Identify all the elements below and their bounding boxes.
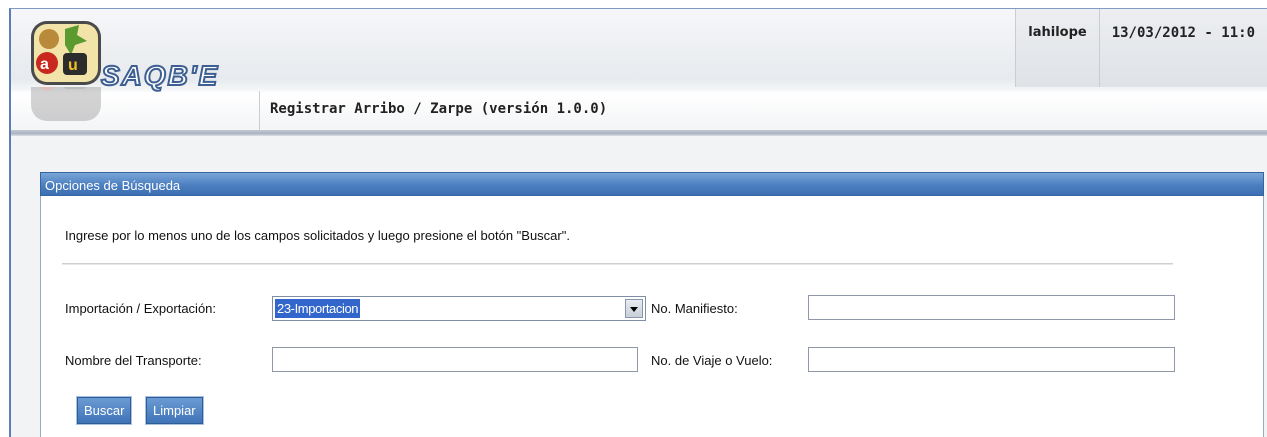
manifiesto-label: No. Manifiesto: [651,301,738,316]
manifiesto-input[interactable] [808,295,1175,320]
svg-text:a: a [40,56,49,73]
buscar-button[interactable]: Buscar [75,396,133,425]
user-info: lahilope 13/03/2012 - 11:0 [1015,9,1267,87]
app-title: Registrar Arribo / Zarpe (versión 1.0.0) [270,101,608,117]
section-divider [62,263,1173,265]
app-frame: a u SAQB'E SAQB'E lahilope 13/03/2012 - … [9,8,1267,437]
title-bar: Registrar Arribo / Zarpe (versión 1.0.0) [259,91,1267,131]
viaje-label: No. de Viaje o Vuelo: [651,353,773,368]
username: lahilope [1015,9,1099,87]
search-panel: Opciones de Búsqueda Ingrese por lo meno… [40,172,1264,437]
header: a u SAQB'E SAQB'E lahilope 13/03/2012 - … [11,9,1267,139]
viaje-input[interactable] [808,347,1175,372]
logo-reflection: SAQB'E [25,87,265,127]
header-divider [11,130,1267,136]
transporte-label: Nombre del Transporte: [65,353,202,368]
search-instructions: Ingrese por lo menos uno de los campos s… [65,228,570,243]
svg-text:u: u [68,57,78,74]
limpiar-button[interactable]: Limpiar [145,396,204,425]
import-export-select[interactable]: 23-Importacion [272,296,646,321]
session-datetime: 13/03/2012 - 11:0 [1098,9,1267,87]
search-panel-title: Opciones de Búsqueda [40,172,1264,196]
transporte-input[interactable] [272,347,638,372]
chevron-down-icon[interactable] [625,299,643,318]
import-export-selected-value: 23-Importacion [275,299,361,318]
import-export-label: Importación / Exportación: [65,301,217,316]
